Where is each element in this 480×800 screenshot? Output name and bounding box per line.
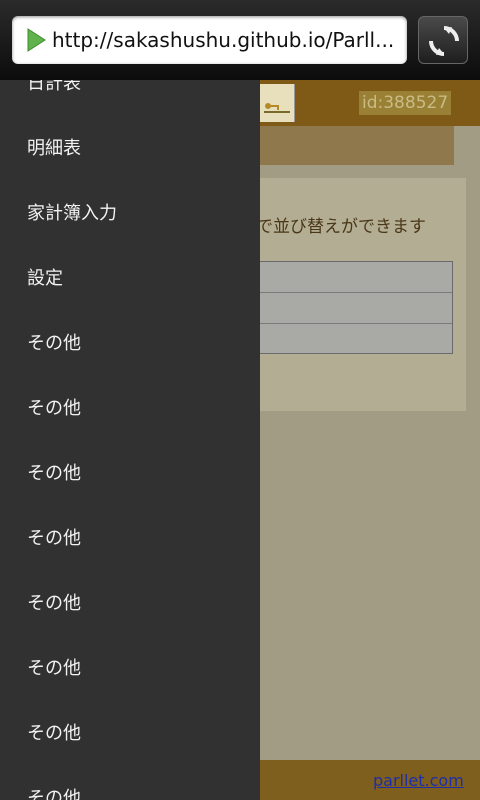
drawer-item-other[interactable]: その他 [0, 441, 260, 506]
footer-link[interactable]: parllet.com [373, 771, 464, 790]
drawer-item-other[interactable]: その他 [0, 636, 260, 701]
drawer-item-detail-table[interactable]: 明細表 [0, 116, 260, 181]
drawer-item-other[interactable]: その他 [0, 701, 260, 766]
drawer-item-other[interactable]: その他 [0, 571, 260, 636]
sort-list [256, 261, 453, 354]
navigation-drawer: 日計表 明細表 家計簿入力 設定 その他 その他 その他 その他 その他 その他… [0, 80, 260, 800]
drawer-item-settings[interactable]: 設定 [0, 246, 260, 311]
refresh-button[interactable] [418, 16, 468, 64]
drawer-item-daily-table[interactable]: 日計表 [0, 80, 260, 116]
drawer-item-other[interactable]: その他 [0, 311, 260, 376]
sort-hint-text: で並び替えができます [256, 217, 426, 237]
browser-toolbar: http://sakashushu.github.io/Parll... [0, 0, 480, 80]
url-text[interactable]: http://sakashushu.github.io/Parll... [52, 16, 402, 64]
play-triangle-icon [27, 28, 46, 52]
sort-list-item[interactable] [257, 293, 452, 324]
sort-list-item[interactable] [257, 262, 452, 293]
drawer-item-other[interactable]: その他 [0, 506, 260, 571]
sort-list-item[interactable] [257, 324, 452, 355]
drawer-item-other[interactable]: その他 [0, 376, 260, 441]
app-logo [256, 84, 295, 122]
refresh-icon [429, 26, 459, 56]
user-id-badge: id:388527 [359, 91, 452, 115]
drawer-item-other[interactable]: その他 [0, 766, 260, 800]
url-field[interactable]: http://sakashushu.github.io/Parll... [12, 16, 407, 64]
drawer-item-household-input[interactable]: 家計簿入力 [0, 181, 260, 246]
drawer-menu: 日計表 明細表 家計簿入力 設定 その他 その他 その他 その他 その他 その他… [0, 80, 260, 800]
tab-strip[interactable] [256, 126, 454, 165]
